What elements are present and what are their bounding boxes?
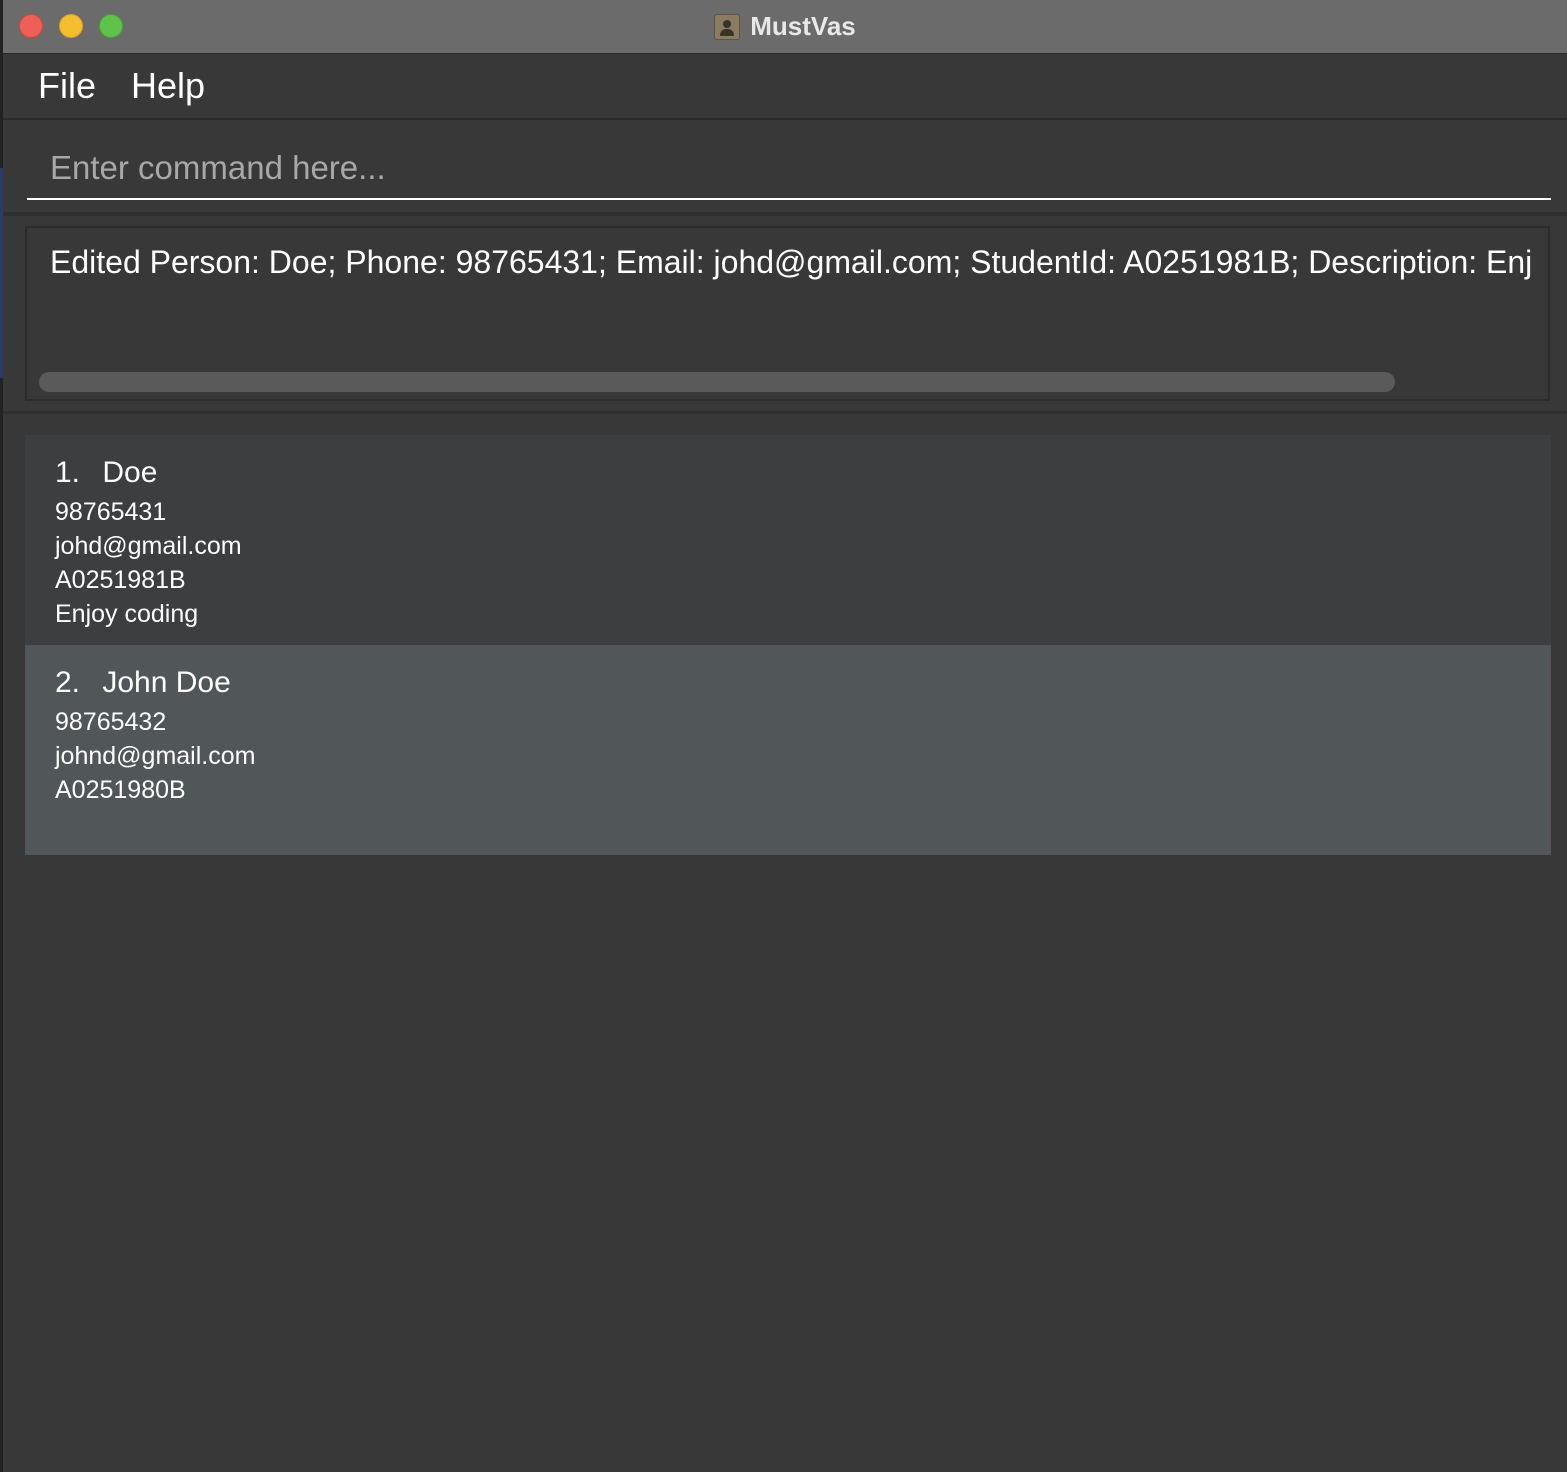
menu-help[interactable]: Help [131,66,205,106]
person-index: 1. [55,456,81,489]
person-name: John Doe [102,666,231,699]
command-box [3,120,1567,212]
result-message: Edited Person: Doe; Phone: 98765431; Ema… [50,244,1533,280]
title-bar[interactable]: MustVas [3,0,1567,54]
contacts-icon [714,13,741,40]
command-input[interactable] [27,138,1551,200]
person-card[interactable]: 1. Doe 98765431 johd@gmail.com A0251981B… [25,435,1551,645]
horizontal-scrollbar[interactable] [39,372,1395,392]
menu-bar: File Help [3,54,1567,120]
person-name-row: 2. John Doe [55,665,1551,701]
person-phone: 98765431 [55,498,167,526]
person-email: johnd@gmail.com [55,742,256,770]
person-name-row: 1. Doe [55,455,1551,491]
person-description: Enjoy coding [55,600,199,628]
divider [3,212,1567,216]
menu-file[interactable]: File [38,66,96,106]
person-name: Doe [102,456,158,489]
window-title-group: MustVas [3,0,1567,53]
result-display[interactable]: Edited Person: Doe; Phone: 98765431; Ema… [25,226,1550,401]
person-student-id: A0251980B [55,776,186,804]
window-title: MustVas [750,11,856,41]
person-card-selected[interactable]: 2. John Doe 98765432 johnd@gmail.com A02… [25,645,1551,855]
person-list: 1. Doe 98765431 johd@gmail.com A0251981B… [25,435,1551,855]
divider [3,411,1567,414]
person-student-id: A0251981B [55,566,186,594]
person-email: johd@gmail.com [55,532,242,560]
person-phone: 98765432 [55,708,167,736]
app-window: MustVas File Help Edited Person: Doe; Ph… [3,0,1567,1472]
person-index: 2. [55,666,81,699]
